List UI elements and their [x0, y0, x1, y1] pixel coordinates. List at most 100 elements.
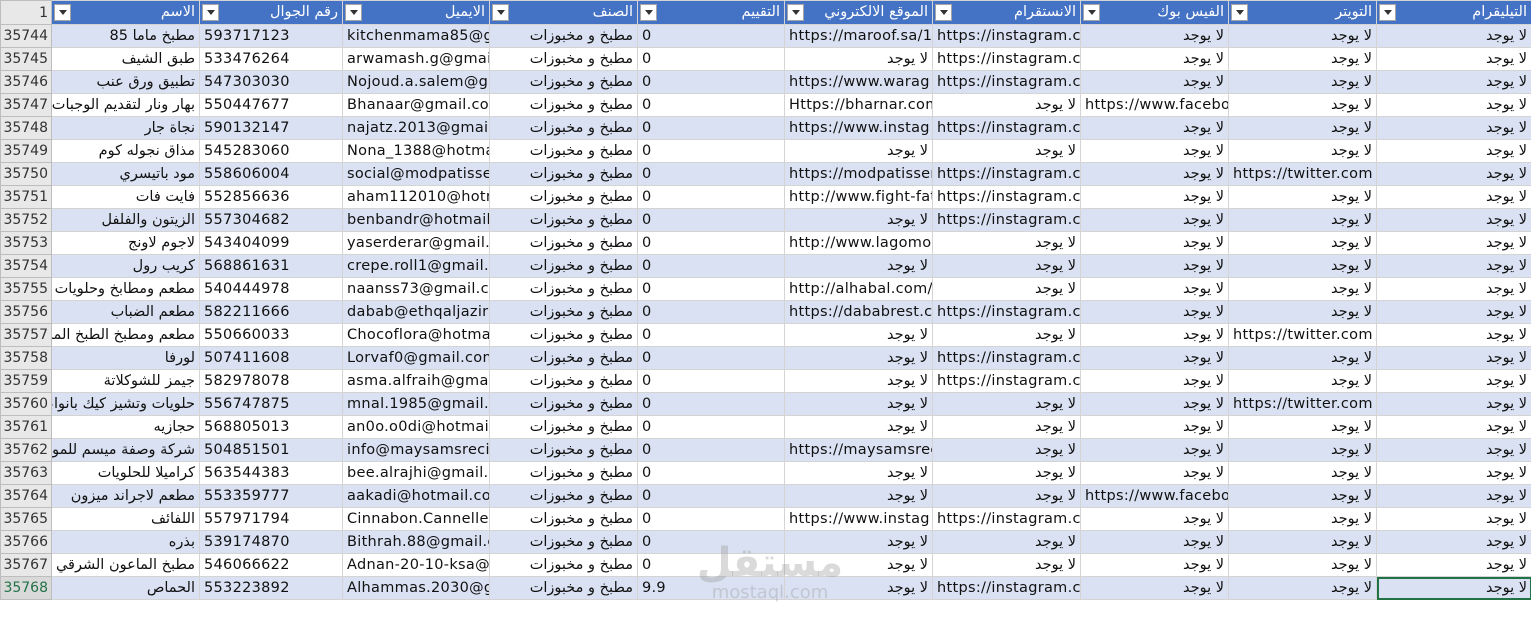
table-cell[interactable]: لا يوجد: [1228, 277, 1377, 301]
table-cell[interactable]: 582978078: [199, 369, 343, 393]
table-cell[interactable]: لا يوجد: [932, 438, 1081, 462]
table-cell[interactable]: لا يوجد: [1228, 47, 1377, 71]
table-cell[interactable]: لا يوجد: [932, 139, 1081, 163]
table-cell[interactable]: 550660033: [199, 323, 343, 347]
table-cell[interactable]: لا يوجد: [1376, 24, 1531, 48]
table-cell[interactable]: لا يوجد: [1080, 254, 1229, 278]
table-cell[interactable]: لا يوجد: [1080, 392, 1229, 416]
column-header-4[interactable]: الصنف: [489, 0, 638, 25]
table-cell[interactable]: 550447677: [199, 93, 343, 117]
table-cell[interactable]: لا يوجد: [1228, 461, 1377, 485]
table-cell[interactable]: مطعم لاجراند ميزون: [51, 484, 200, 508]
table-cell[interactable]: 0: [637, 47, 785, 71]
table-cell[interactable]: 0: [637, 484, 785, 508]
table-cell[interactable]: لا يوجد: [1080, 507, 1229, 531]
filter-dropdown-icon[interactable]: [1379, 4, 1396, 21]
table-cell[interactable]: لا يوجد: [1376, 93, 1531, 117]
column-header-6[interactable]: الموقع الالكتروني: [784, 0, 933, 25]
table-cell[interactable]: لا يوجد: [1228, 553, 1377, 577]
table-cell[interactable]: لا يوجد: [1080, 323, 1229, 347]
table-cell[interactable]: لا يوجد: [1376, 346, 1531, 370]
table-cell[interactable]: Cinnabon.Cannelle@gmail.com: [342, 507, 490, 531]
table-cell[interactable]: مطبخ و مخبوزات: [489, 185, 638, 209]
table-cell[interactable]: 0: [637, 70, 785, 94]
table-cell[interactable]: aham112010@hotmail.com: [342, 185, 490, 209]
table-cell[interactable]: 0: [637, 254, 785, 278]
table-cell[interactable]: مطبخ و مخبوزات: [489, 553, 638, 577]
table-cell[interactable]: الزيتون والفلفل: [51, 208, 200, 232]
table-cell[interactable]: لا يوجد: [1228, 438, 1377, 462]
table-cell[interactable]: Nojoud.a.salem@gmail.com: [342, 70, 490, 94]
table-cell[interactable]: https://dababrest.com: [784, 300, 933, 324]
table-cell[interactable]: لا يوجد: [1080, 461, 1229, 485]
row-number[interactable]: 35751: [0, 185, 52, 209]
table-cell[interactable]: لا يوجد: [784, 484, 933, 508]
table-cell[interactable]: مطبخ و مخبوزات: [489, 484, 638, 508]
table-cell[interactable]: https://instagram.com: [932, 185, 1081, 209]
table-cell[interactable]: 0: [637, 231, 785, 255]
table-cell[interactable]: لا يوجد: [1080, 415, 1229, 439]
table-cell[interactable]: Bhanaar@gmail.com: [342, 93, 490, 117]
table-cell[interactable]: لا يوجد: [784, 254, 933, 278]
table-cell[interactable]: لا يوجد: [784, 139, 933, 163]
table-cell[interactable]: لا يوجد: [932, 415, 1081, 439]
table-cell[interactable]: 0: [637, 139, 785, 163]
table-cell[interactable]: bee.alrajhi@gmail.com: [342, 461, 490, 485]
table-cell[interactable]: مطبخ و مخبوزات: [489, 254, 638, 278]
table-cell[interactable]: لا يوجد: [1376, 70, 1531, 94]
table-cell[interactable]: 540444978: [199, 277, 343, 301]
table-cell[interactable]: لا يوجد: [1228, 507, 1377, 531]
table-cell[interactable]: مطبخ و مخبوزات: [489, 70, 638, 94]
table-cell[interactable]: social@modpatisserie.com: [342, 162, 490, 186]
table-cell[interactable]: مطبخ و مخبوزات: [489, 116, 638, 140]
table-cell[interactable]: benbandr@hotmail.com: [342, 208, 490, 232]
table-cell[interactable]: لا يوجد: [1376, 139, 1531, 163]
table-cell[interactable]: لا يوجد: [1376, 415, 1531, 439]
table-cell[interactable]: لا يوجد: [1228, 530, 1377, 554]
table-cell[interactable]: مطبخ و مخبوزات: [489, 162, 638, 186]
table-cell[interactable]: اللفائف: [51, 507, 200, 531]
table-cell[interactable]: مطبخ و مخبوزات: [489, 392, 638, 416]
table-cell[interactable]: 556747875: [199, 392, 343, 416]
table-cell[interactable]: 545283060: [199, 139, 343, 163]
table-cell[interactable]: 558606004: [199, 162, 343, 186]
filter-dropdown-icon[interactable]: [640, 4, 657, 21]
table-cell[interactable]: 0: [637, 208, 785, 232]
table-cell[interactable]: بهار ونار لتقديم الوجبات: [51, 93, 200, 117]
table-cell[interactable]: لا يوجد: [1228, 231, 1377, 255]
column-header-2[interactable]: رقم الجوال: [199, 0, 343, 25]
table-cell[interactable]: حلويات وتشيز كيك بانواعه: [51, 392, 200, 416]
column-header-5[interactable]: التقييم: [637, 0, 785, 25]
row-number[interactable]: 35747: [0, 93, 52, 117]
table-cell[interactable]: تطبيق ورق عنب: [51, 70, 200, 94]
table-cell[interactable]: 0: [637, 346, 785, 370]
table-cell[interactable]: لا يوجد: [1228, 70, 1377, 94]
table-cell[interactable]: 0: [637, 93, 785, 117]
table-cell[interactable]: 582211666: [199, 300, 343, 324]
table-cell[interactable]: http://www.lagomo: [784, 231, 933, 255]
table-cell[interactable]: 0: [637, 415, 785, 439]
table-cell[interactable]: مطبخ و مخبوزات: [489, 530, 638, 554]
table-cell[interactable]: مطبخ و مخبوزات: [489, 323, 638, 347]
table-cell[interactable]: asma.alfraih@gmail.com: [342, 369, 490, 393]
table-cell[interactable]: لا يوجد: [932, 392, 1081, 416]
table-cell[interactable]: Adnan-20-10-ksa@hotmail.com: [342, 553, 490, 577]
table-cell[interactable]: http://alhabal.com/: [784, 277, 933, 301]
table-cell[interactable]: https://instagram.com: [932, 369, 1081, 393]
table-cell[interactable]: لا يوجد: [1376, 576, 1531, 600]
table-cell[interactable]: dabab@ethqaljazira.com: [342, 300, 490, 324]
table-cell[interactable]: الحماص: [51, 576, 200, 600]
row-number[interactable]: 35757: [0, 323, 52, 347]
table-cell[interactable]: لا يوجد: [1228, 300, 1377, 324]
table-cell[interactable]: لا يوجد: [932, 93, 1081, 117]
table-cell[interactable]: aakadi@hotmail.com: [342, 484, 490, 508]
table-cell[interactable]: مود باتيسري: [51, 162, 200, 186]
table-cell[interactable]: لا يوجد: [1080, 116, 1229, 140]
table-cell[interactable]: 557304682: [199, 208, 343, 232]
row-number[interactable]: 35760: [0, 392, 52, 416]
column-header-7[interactable]: الانستقرام: [932, 0, 1081, 25]
table-cell[interactable]: 9.9: [637, 576, 785, 600]
table-cell[interactable]: لا يوجد: [784, 208, 933, 232]
table-cell[interactable]: 568861631: [199, 254, 343, 278]
table-cell[interactable]: لا يوجد: [1376, 277, 1531, 301]
